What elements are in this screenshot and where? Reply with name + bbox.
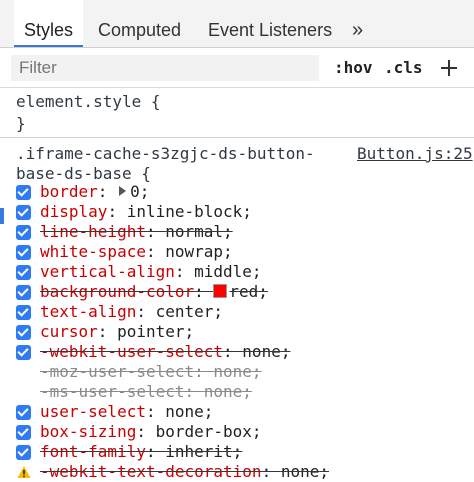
property-value[interactable]: center [156,302,214,321]
property-checkbox[interactable] [16,305,31,320]
property-name[interactable]: white-space [40,242,146,261]
property-checkbox[interactable] [16,325,31,340]
property-name[interactable]: border [40,182,98,201]
property-value[interactable]: border-box [156,422,252,441]
element-style-selector: element.style { [16,92,161,111]
property-checkbox[interactable] [16,185,31,200]
property-checkbox[interactable] [16,265,31,280]
rule-selector-line2: base-ds-base { [16,164,151,183]
property-value[interactable]: none [165,402,204,421]
property-value[interactable]: none [204,382,243,401]
property-value[interactable]: middle [194,262,252,281]
property-checkbox[interactable] [16,405,31,420]
devtools-tabbar: Styles Computed Event Listeners » [0,0,474,48]
color-swatch[interactable] [213,284,228,298]
property-name[interactable]: vertical-align [40,262,175,281]
tab-computed[interactable]: Computed [88,0,191,47]
tab-styles[interactable]: Styles [14,0,84,47]
property-checkbox[interactable] [16,425,31,440]
property-value[interactable]: normal [165,222,223,241]
property-value[interactable]: inline-block [127,202,243,221]
warning-icon [17,466,31,478]
property-value[interactable]: inherit [165,442,232,461]
property-name[interactable]: font-family [40,442,146,461]
property-name[interactable]: cursor [40,322,98,341]
more-tabs-button[interactable]: » [342,0,371,47]
property-value[interactable]: none [213,362,252,381]
property-name[interactable]: -webkit-user-select [40,342,223,361]
property-value[interactable]: none [281,462,320,481]
selection-marker [0,208,4,224]
property-name[interactable]: box-sizing [40,422,136,441]
property-checkbox[interactable] [16,225,31,240]
property-name[interactable]: background-color [40,282,194,301]
property-value[interactable]: nowrap [165,242,223,261]
rule-source-link[interactable]: Button.js:25 [357,144,473,163]
new-style-rule-icon[interactable] [441,60,457,76]
property-value[interactable]: pointer [117,322,184,341]
filter-input[interactable] [11,55,319,81]
class-toggle[interactable]: .cls [384,58,423,77]
hover-state-toggle[interactable]: :hov [334,58,373,77]
property-checkbox[interactable] [16,205,31,220]
property-value[interactable]: none [242,342,281,361]
property-name[interactable]: -moz-user-select [40,362,194,381]
rule-selector-line1: .iframe-cache-s3zgjc-ds-button- [16,144,315,163]
property-name[interactable]: -webkit-text-decoration [40,462,262,481]
property-checkbox[interactable] [16,445,31,460]
element-style-close: } [16,114,26,133]
property-value[interactable]: red [229,282,258,301]
property-checkbox[interactable] [16,345,31,360]
rule-separator [0,137,474,138]
expand-triangle-icon[interactable] [119,186,127,196]
tab-event-listeners[interactable]: Event Listeners [198,0,342,47]
property-name[interactable]: display [40,202,107,221]
styles-filter-bar: :hov .cls [0,48,474,88]
property-checkbox[interactable] [16,245,31,260]
property-name[interactable]: user-select [40,402,146,421]
property-checkbox[interactable] [16,285,31,300]
property-value[interactable]: 0 [130,182,140,201]
property-name[interactable]: text-align [40,302,136,321]
property-name[interactable]: line-height [40,222,146,241]
property-name[interactable]: -ms-user-select [40,382,185,401]
